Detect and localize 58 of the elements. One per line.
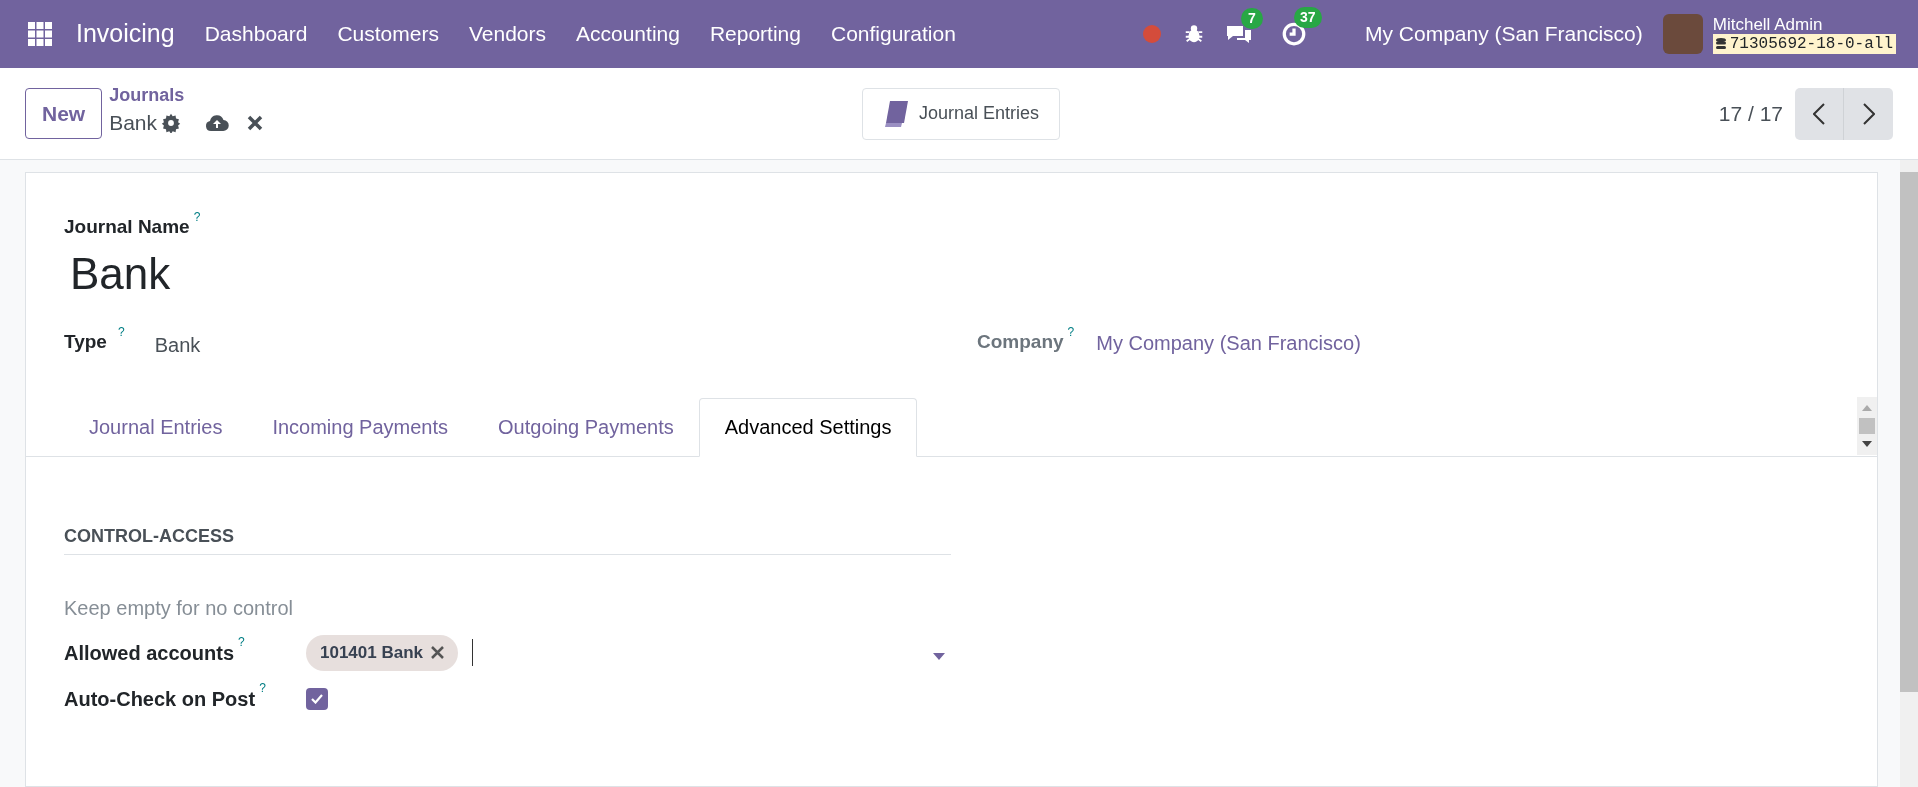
company-field[interactable]: My Company (San Francisco) [1096, 327, 1361, 358]
field-label: Company [977, 329, 1064, 354]
previous-button[interactable] [1795, 87, 1844, 140]
menu-item[interactable]: Customers [337, 18, 439, 50]
check-icon [311, 693, 323, 704]
close-icon[interactable] [247, 114, 264, 131]
auto-check-checkbox[interactable] [306, 687, 328, 710]
help-mark[interactable]: ? [1067, 325, 1075, 338]
field-label: Journal Name [64, 215, 190, 239]
menu-item[interactable]: Reporting [709, 18, 801, 50]
tab[interactable]: Journal Entries [64, 397, 248, 456]
field-label: Type [64, 329, 108, 354]
pager-value: 17 / 17 [1718, 100, 1783, 127]
scrollbar-thumb[interactable] [1859, 417, 1875, 434]
app-title[interactable]: Invoicing [76, 15, 175, 53]
menu-item[interactable]: Dashboard [204, 18, 308, 50]
activity-count-badge: 37 [1294, 7, 1322, 28]
section-title: CONTROL-ACCESS [64, 522, 951, 555]
help-mark[interactable]: ? [238, 636, 245, 648]
chevron-left-icon [1813, 102, 1825, 125]
company-switcher[interactable]: My Company (San Francisco) [1365, 18, 1643, 50]
scrollbar-thumb[interactable] [1900, 172, 1918, 692]
cloud-upload-icon[interactable] [205, 112, 230, 133]
journal-name-field[interactable]: Bank [64, 243, 1839, 304]
down-arrow-icon[interactable] [1862, 440, 1872, 447]
chevron-right-icon [1862, 102, 1875, 125]
user-name[interactable]: Mitchell Admin [1712, 14, 1896, 34]
breadcrumb-link[interactable]: Journals [109, 82, 264, 107]
journal-entries-smart-button[interactable]: Journal Entries [861, 87, 1060, 140]
field-label: Auto-Check on Post [64, 686, 256, 712]
text-cursor [472, 639, 474, 666]
field-label: Allowed accounts [64, 641, 235, 666]
bug-icon[interactable] [1183, 23, 1205, 45]
account-tag[interactable]: 101401 Bank [306, 634, 459, 671]
database-name: 71305692-18-0-all [1729, 33, 1893, 54]
clock-icon[interactable] [1281, 21, 1307, 47]
book-icon [882, 99, 909, 128]
menu-item[interactable]: Vendors [468, 18, 546, 50]
hint-text: Keep empty for no control [64, 595, 294, 621]
menu-item[interactable]: Accounting [576, 18, 680, 50]
new-button[interactable]: New [25, 88, 103, 139]
database-icon [1715, 37, 1726, 50]
app-grid-icon[interactable] [28, 22, 52, 46]
type-field[interactable]: Bank [154, 329, 201, 360]
tab[interactable]: Outgoing Payments [473, 397, 699, 456]
remove-icon[interactable] [431, 646, 445, 659]
record-name: Bank [109, 109, 158, 136]
help-mark[interactable]: ? [193, 211, 201, 223]
message-count-badge: 7 [1241, 8, 1263, 29]
menu-item[interactable]: Configuration [830, 18, 956, 50]
dropdown-caret-icon[interactable] [933, 653, 945, 660]
tab[interactable]: Incoming Payments [247, 397, 474, 456]
help-mark[interactable]: ? [118, 325, 125, 338]
settings-icon[interactable] [161, 112, 182, 133]
tab[interactable]: Advanced Settings [698, 397, 918, 457]
help-mark[interactable]: ? [259, 681, 266, 694]
allowed-accounts-field[interactable]: 101401 Bank [306, 634, 951, 672]
next-button[interactable] [1844, 87, 1893, 140]
